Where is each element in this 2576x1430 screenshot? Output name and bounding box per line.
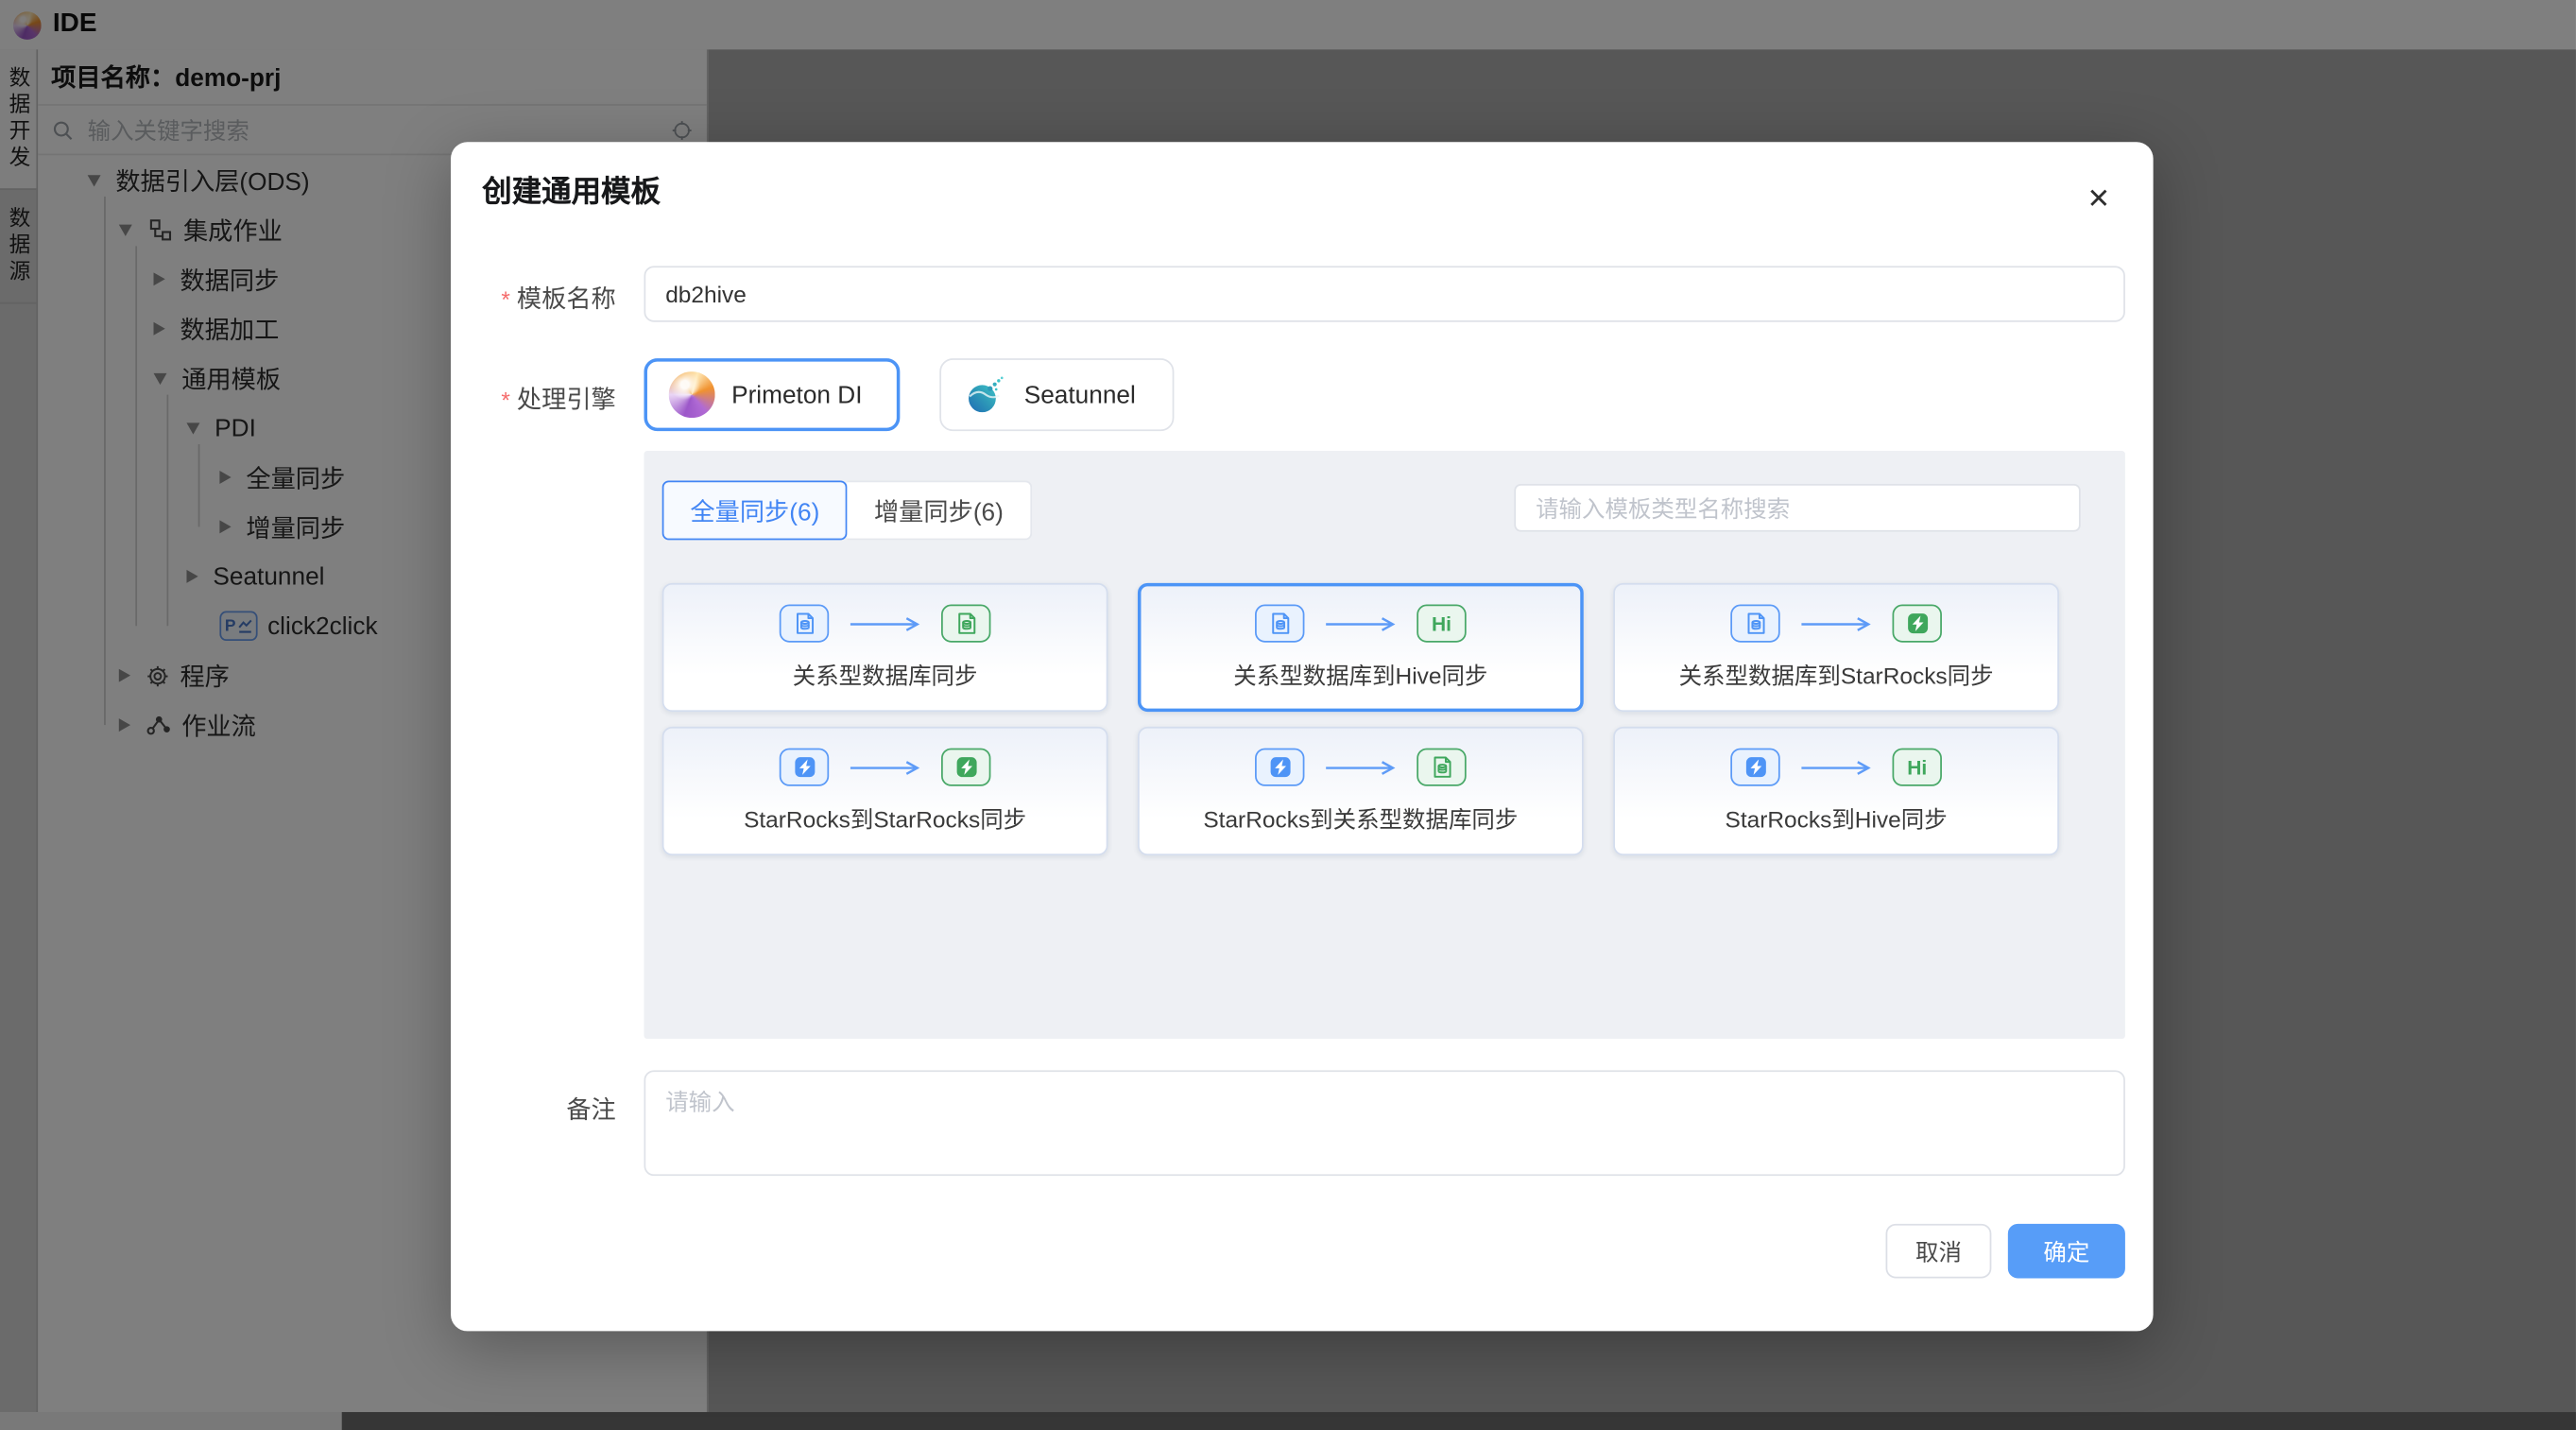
template-card-label: StarRocks到StarRocks同步 xyxy=(744,804,1027,832)
arrow-right-icon xyxy=(1324,615,1397,631)
tab-全量同步(6)[interactable]: 全量同步(6) xyxy=(661,480,849,541)
template-type-search-input[interactable] xyxy=(1514,483,2081,532)
template-card-关系型数据库到Hive同步[interactable]: Hi 关系型数据库到Hive同步 xyxy=(1137,582,1584,713)
modal-footer: 取消 确定 xyxy=(1885,1223,2125,1279)
tab-增量同步(6)[interactable]: 增量同步(6) xyxy=(848,480,1032,541)
engine-option-label: Primeton DI xyxy=(731,380,863,409)
starrocks-target-icon xyxy=(941,748,991,786)
card-icon-row xyxy=(1255,748,1467,787)
card-icon-row: Hi xyxy=(1255,604,1467,644)
required-asterisk: * xyxy=(501,386,510,413)
db-doc-target-icon xyxy=(1417,748,1467,786)
sync-type-tabs: 全量同步(6) 增量同步(6) xyxy=(661,480,1032,541)
template-card-StarRocks到Hive同步[interactable]: Hi StarRocks到Hive同步 xyxy=(1613,726,2060,856)
db-doc-source-icon xyxy=(1730,604,1780,643)
modal-title: 创建通用模板 xyxy=(482,175,661,209)
engine-option-label: Seatunnel xyxy=(1023,380,1136,409)
template-card-label: StarRocks到Hive同步 xyxy=(1725,804,1948,832)
template-card-StarRocks到StarRocks同步[interactable]: StarRocks到StarRocks同步 xyxy=(661,726,1108,856)
card-icon-row xyxy=(1730,604,1942,644)
engine-label: * 处理引擎 xyxy=(501,386,616,415)
template-card-label: 关系型数据库到Hive同步 xyxy=(1233,661,1488,688)
hi-target-icon: Hi xyxy=(1417,604,1467,643)
db-doc-source-icon xyxy=(779,604,830,643)
arrow-right-icon xyxy=(1800,759,1873,775)
remark-label: 备注 xyxy=(566,1096,616,1125)
db-doc-target-icon xyxy=(941,604,991,643)
template-card-label: 关系型数据库同步 xyxy=(792,661,978,688)
template-panel: 全量同步(6)增量同步(6) 关系型数据库同步Hi关系型数据库到Hive同步关系… xyxy=(644,451,2125,1040)
template-card-关系型数据库同步[interactable]: 关系型数据库同步 xyxy=(661,582,1108,713)
ok-button[interactable]: 确定 xyxy=(2007,1223,2125,1279)
db-doc-source-icon xyxy=(1255,604,1305,643)
engine-options: Primeton DI Seatunnel xyxy=(644,358,1174,432)
template-name-input[interactable] xyxy=(644,266,2125,322)
card-icon-row: Hi xyxy=(1730,748,1942,787)
create-template-modal: 创建通用模板 ✕ *模板名称 *处理引擎 Primeton DI Seatunne… xyxy=(451,142,2154,1332)
template-card-关系型数据库到StarRocks同步[interactable]: 关系型数据库到StarRocks同步 xyxy=(1613,582,2060,713)
seatunnel-logo-icon xyxy=(965,373,1007,416)
template-card-label: 关系型数据库到StarRocks同步 xyxy=(1678,661,1994,688)
card-icon-row xyxy=(779,604,991,644)
engine-option-seatunnel[interactable]: Seatunnel xyxy=(939,358,1174,432)
template-card-grid: 关系型数据库同步 Hi 关系型数据库到Hive同步 关系型数据库到StarRocks同… xyxy=(661,582,2060,856)
close-icon[interactable]: ✕ xyxy=(2084,184,2113,215)
engine-option-primeton-di[interactable]: Primeton DI xyxy=(644,358,901,432)
starrocks-target-icon xyxy=(1892,604,1942,643)
starrocks-source-icon xyxy=(1730,748,1780,786)
starrocks-source-icon xyxy=(1255,748,1305,786)
primeton-logo-icon xyxy=(668,371,715,419)
template-name-label: * 模板名称 xyxy=(501,285,616,315)
starrocks-source-icon xyxy=(779,748,830,786)
hi-target-icon: Hi xyxy=(1892,748,1942,786)
arrow-right-icon xyxy=(1324,759,1397,775)
app-stage: IDE 数据开发数据源 项目名称：demo-prj 数据引入层(ODS)集成作业… xyxy=(0,0,2576,1430)
card-icon-row xyxy=(779,748,991,787)
arrow-right-icon xyxy=(849,615,921,631)
cancel-button[interactable]: 取消 xyxy=(1885,1223,1992,1279)
required-asterisk: * xyxy=(501,285,510,313)
remark-textarea[interactable] xyxy=(644,1070,2125,1177)
template-card-StarRocks到关系型数据库同步[interactable]: StarRocks到关系型数据库同步 xyxy=(1137,726,1584,856)
arrow-right-icon xyxy=(1800,615,1873,631)
arrow-right-icon xyxy=(849,759,921,775)
template-card-label: StarRocks到关系型数据库同步 xyxy=(1203,804,1519,832)
